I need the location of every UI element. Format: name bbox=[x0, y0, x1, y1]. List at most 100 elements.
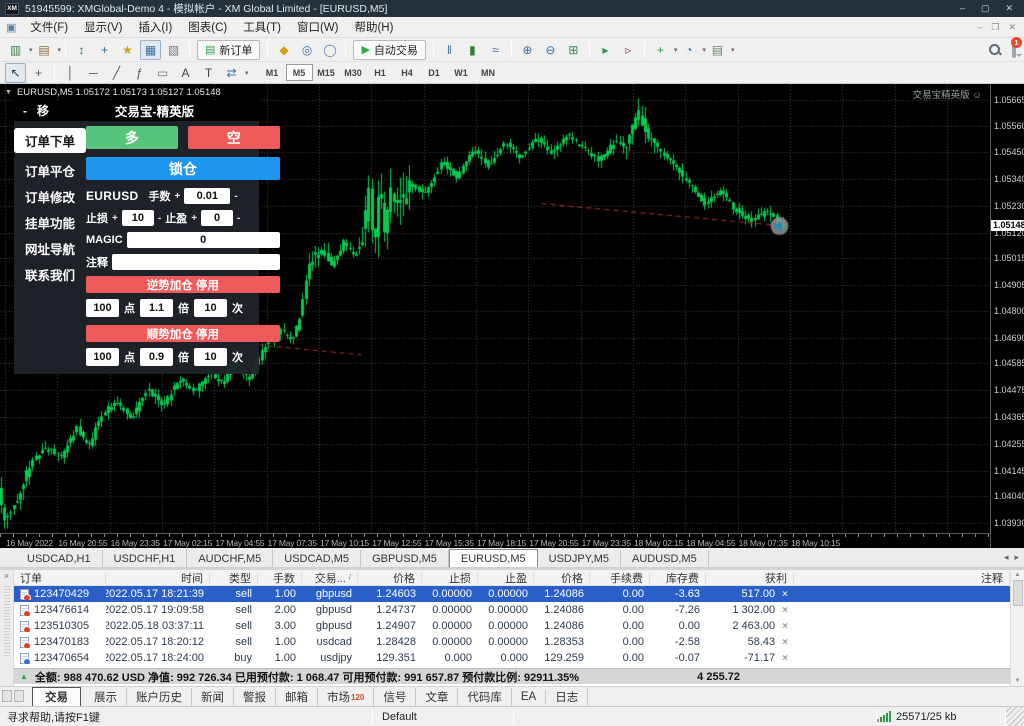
resize-grip[interactable] bbox=[1006, 707, 1024, 726]
terminal-tab-10[interactable]: EA bbox=[512, 689, 547, 704]
panel-nav-item-5[interactable]: 联系我们 bbox=[14, 266, 86, 283]
scroll-down-icon[interactable]: ▼ bbox=[1015, 678, 1021, 684]
counter-trend-button[interactable]: 逆势加仓 停用 bbox=[86, 276, 280, 293]
profiles-icon[interactable]: ▤ bbox=[34, 40, 55, 60]
column-header-9[interactable]: 手续费 bbox=[590, 571, 650, 584]
column-header-2[interactable]: 类型 bbox=[210, 571, 258, 584]
tab-scroll-left-icon[interactable]: ◂ bbox=[1004, 552, 1009, 563]
scroll-thumb[interactable] bbox=[1012, 580, 1023, 606]
column-header-0[interactable]: 订单 bbox=[14, 571, 106, 584]
terminal-tab-4[interactable]: 警报 bbox=[234, 687, 276, 706]
menu-item-1[interactable]: 显示(V) bbox=[76, 17, 130, 37]
comment-input[interactable] bbox=[112, 254, 280, 270]
tile-windows-icon[interactable]: ⊞ bbox=[563, 40, 584, 60]
notifications-button[interactable]: 1 bbox=[1011, 36, 1022, 58]
navigator-icon[interactable]: ★ bbox=[117, 40, 138, 60]
terminal-tab-8[interactable]: 文章 bbox=[416, 687, 459, 706]
market-watch-icon[interactable]: ↕ bbox=[71, 40, 92, 60]
new-chart-icon[interactable]: ▥ bbox=[5, 40, 26, 60]
label-tool-icon[interactable]: T bbox=[198, 63, 219, 83]
close-order-icon[interactable]: × bbox=[782, 605, 788, 616]
panel-move-button[interactable]: 移 bbox=[37, 102, 49, 119]
menu-item-4[interactable]: 工具(T) bbox=[235, 17, 289, 37]
periods-icon[interactable]: ◔ bbox=[678, 40, 699, 60]
timeframe-MN[interactable]: MN bbox=[475, 64, 502, 81]
chart-tab-4[interactable]: GBPUSD,M5 bbox=[361, 550, 449, 567]
panel-nav-item-4[interactable]: 网址导航 bbox=[14, 240, 86, 257]
terminal-tab-6[interactable]: 市场 120 bbox=[318, 687, 375, 706]
counter-trend-mult-input[interactable] bbox=[140, 299, 173, 317]
new-order-button[interactable]: ▤ 新订单 bbox=[197, 39, 261, 60]
order-row[interactable]: 123476614 2022.05.17 19:09:58 sell 2.00 gbpu… bbox=[14, 602, 1010, 618]
terminal-tab-1[interactable]: 展示 bbox=[85, 687, 127, 706]
horizontal-line-icon[interactable]: ─ bbox=[83, 63, 104, 83]
indicators-icon[interactable]: + bbox=[650, 40, 671, 60]
status-profile[interactable]: Default bbox=[373, 711, 513, 723]
autotrading-button[interactable]: ▶ 自动交易 bbox=[353, 39, 426, 60]
panel-nav-item-3[interactable]: 挂单功能 bbox=[14, 214, 86, 231]
with-trend-button[interactable]: 顺势加仓 停用 bbox=[86, 325, 280, 342]
chart-tab-2[interactable]: AUDCHF,M5 bbox=[187, 550, 274, 567]
takeprofit-plus-button[interactable]: + bbox=[191, 213, 197, 224]
column-header-8[interactable]: 价格 bbox=[534, 571, 590, 584]
new-chart-icon-caret[interactable]: ▾ bbox=[29, 46, 33, 54]
terminal-tab-7[interactable]: 信号 bbox=[374, 687, 417, 706]
column-header-4[interactable]: 交易... / bbox=[302, 571, 358, 584]
terminal-tab-3[interactable]: 新闻 bbox=[192, 687, 234, 706]
order-row[interactable]: 123470183 2022.05.17 18:20:12 sell 1.00 usdc… bbox=[14, 634, 1010, 650]
menu-item-6[interactable]: 帮助(H) bbox=[346, 17, 401, 37]
metaeditor-icon[interactable]: ◆ bbox=[273, 40, 294, 60]
terminal-icon[interactable]: ▦ bbox=[140, 39, 162, 60]
sell-button[interactable]: 空 bbox=[187, 126, 280, 149]
lots-minus-button[interactable]: - bbox=[234, 191, 237, 202]
child-restore-button[interactable]: ❐ bbox=[991, 22, 999, 33]
panel-nav-item-1[interactable]: 订单平仓 bbox=[14, 162, 86, 179]
profiles-icon-caret[interactable]: ▾ bbox=[58, 46, 62, 54]
chart-tab-6[interactable]: USDJPY,M5 bbox=[538, 550, 621, 567]
with-trend-mult-input[interactable] bbox=[140, 348, 173, 366]
shapes-icon[interactable]: ⇄ bbox=[221, 63, 242, 83]
order-row[interactable]: 123470654 2022.05.17 18:24:00 buy 1.00 usdjp… bbox=[14, 650, 1010, 666]
stoploss-minus-button[interactable]: - bbox=[158, 213, 161, 224]
column-header-11[interactable]: 获利 bbox=[706, 571, 794, 584]
stoploss-input[interactable] bbox=[121, 210, 154, 226]
column-header-12[interactable]: 注释 bbox=[794, 571, 1010, 584]
symbol-dropdown-icon[interactable]: ▼ bbox=[5, 89, 12, 96]
counter-trend-points-input[interactable] bbox=[86, 299, 119, 317]
column-header-1[interactable]: 时间 bbox=[106, 571, 210, 584]
chart-tab-1[interactable]: USDCHF,H1 bbox=[103, 550, 188, 567]
counter-trend-times-input[interactable] bbox=[194, 299, 227, 317]
column-header-6[interactable]: 止损 bbox=[422, 571, 478, 584]
terminal-scrollbar[interactable]: ▲ ▼ bbox=[1010, 570, 1024, 686]
terminal-close-button[interactable]: × bbox=[0, 570, 13, 582]
crosshair-tool-icon[interactable]: + bbox=[28, 63, 49, 83]
time-axis[interactable]: 16 May 2022 16 May 20:55 16 May 23:35 17 Ma… bbox=[0, 533, 990, 548]
menu-item-0[interactable]: 文件(F) bbox=[22, 17, 76, 37]
channel-icon[interactable]: ▭ bbox=[152, 63, 173, 83]
takeprofit-minus-button[interactable]: - bbox=[237, 213, 240, 224]
experts-icon[interactable]: ◎ bbox=[296, 40, 317, 60]
chart-tab-5[interactable]: EURUSD,M5 bbox=[448, 549, 538, 567]
auto-scroll-icon[interactable]: ▸ bbox=[595, 40, 616, 60]
with-trend-points-input[interactable] bbox=[86, 348, 119, 366]
mql-web-icon[interactable]: ◯ bbox=[319, 40, 340, 60]
text-tool-icon[interactable]: A bbox=[175, 63, 196, 83]
close-order-icon[interactable]: × bbox=[782, 653, 788, 664]
child-close-button[interactable]: ✕ bbox=[1008, 22, 1016, 33]
close-button[interactable]: ✕ bbox=[1005, 3, 1013, 14]
takeprofit-input[interactable] bbox=[201, 210, 234, 226]
timeframe-M5[interactable]: M5 bbox=[285, 64, 313, 81]
magic-input[interactable] bbox=[126, 232, 280, 248]
panel-nav-item-2[interactable]: 订单修改 bbox=[14, 188, 86, 205]
panel-nav-item-0[interactable]: 订单下单 bbox=[14, 128, 86, 153]
buy-button[interactable]: 多 bbox=[86, 126, 178, 149]
column-header-7[interactable]: 止盈 bbox=[478, 571, 534, 584]
menu-item-3[interactable]: 图表(C) bbox=[180, 17, 235, 37]
chart-tab-7[interactable]: AUDUSD,M5 bbox=[621, 550, 709, 567]
stoploss-plus-button[interactable]: + bbox=[112, 213, 118, 224]
terminal-grip[interactable] bbox=[3, 586, 10, 656]
trendline-icon[interactable]: ╱ bbox=[106, 63, 127, 83]
chart-shift-icon[interactable]: ▹ bbox=[618, 40, 639, 60]
chart-tab-0[interactable]: USDCAD,H1 bbox=[16, 550, 103, 567]
line-chart-icon[interactable]: ≈ bbox=[485, 40, 506, 60]
